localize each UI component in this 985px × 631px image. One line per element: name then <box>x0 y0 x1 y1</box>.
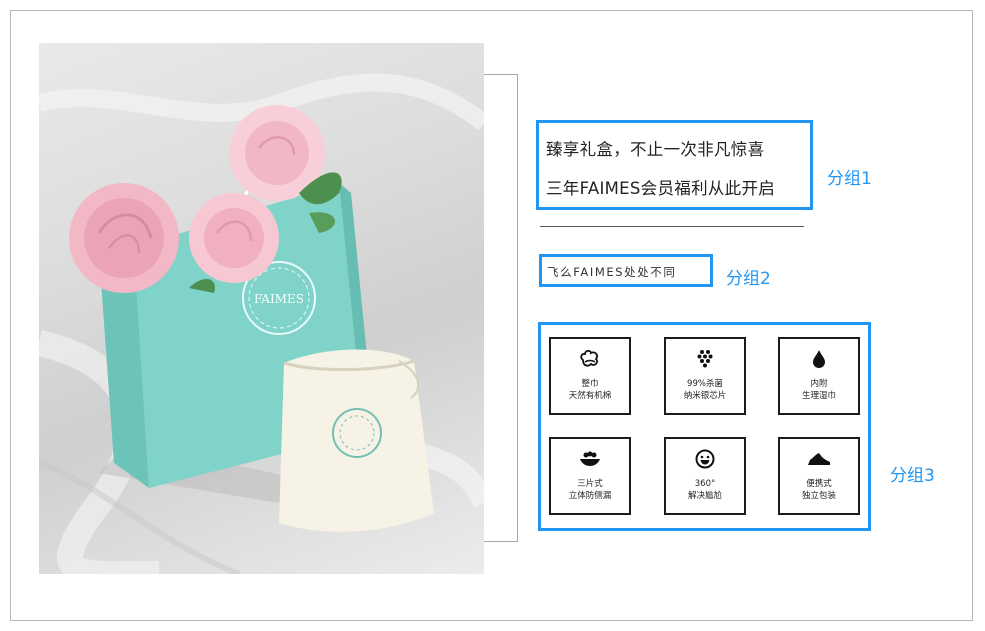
layers-icon <box>551 448 629 470</box>
bracket-connector <box>484 74 518 542</box>
headline-line-1: 臻享礼盒，不止一次非凡惊喜 <box>546 140 765 159</box>
feature-title: 99%杀菌 <box>687 379 723 389</box>
feature-subtitle: 立体防侧漏 <box>568 491 612 501</box>
feature-subtitle: 天然有机棉 <box>568 391 612 401</box>
group2-label: 分组2 <box>726 269 771 289</box>
slogan-text: 飞么FAIMES处处不同 <box>547 265 677 279</box>
group1-label: 分组1 <box>827 169 872 189</box>
group2-box[interactable]: 飞么FAIMES处处不同 <box>539 254 713 287</box>
smile-icon <box>666 448 744 470</box>
group1-box[interactable]: 臻享礼盒，不止一次非凡惊喜 三年FAIMES会员福利从此开启 <box>536 120 813 210</box>
feature-subtitle: 生理湿巾 <box>801 391 836 401</box>
cotton-icon <box>551 348 629 370</box>
product-photo: FAIMES <box>39 43 484 574</box>
feature-subtitle: 独立包装 <box>801 491 836 501</box>
drop-icon <box>780 348 858 370</box>
feature-title: 360° <box>694 479 716 489</box>
feature-card-drop[interactable]: 内附 生理湿巾 <box>778 337 860 415</box>
feature-title: 便携式 <box>806 479 832 489</box>
bag-logo-text: FAIMES <box>254 292 304 306</box>
feature-subtitle: 解决尴尬 <box>687 491 722 501</box>
feature-card-layers[interactable]: 三片式 立体防侧漏 <box>549 437 631 515</box>
chip-icon <box>666 348 744 370</box>
headline-line-2: 三年FAIMES会员福利从此开启 <box>546 179 776 198</box>
feature-title: 三片式 <box>577 479 603 489</box>
group3-box[interactable]: 整巾 天然有机棉 99%杀菌 纳米银芯片 内附 生理湿巾 三片式 立体防侧漏 3… <box>538 322 871 531</box>
divider-line <box>540 226 804 227</box>
shoe-icon <box>780 448 858 470</box>
feature-card-shoe[interactable]: 便携式 独立包装 <box>778 437 860 515</box>
feature-card-chip[interactable]: 99%杀菌 纳米银芯片 <box>664 337 746 415</box>
feature-title: 内附 <box>810 379 828 389</box>
feature-title: 整巾 <box>581 379 599 389</box>
feature-subtitle: 纳米银芯片 <box>683 391 727 401</box>
feature-card-cotton[interactable]: 整巾 天然有机棉 <box>549 337 631 415</box>
group3-label: 分组3 <box>890 466 935 486</box>
feature-card-smile[interactable]: 360° 解决尴尬 <box>664 437 746 515</box>
